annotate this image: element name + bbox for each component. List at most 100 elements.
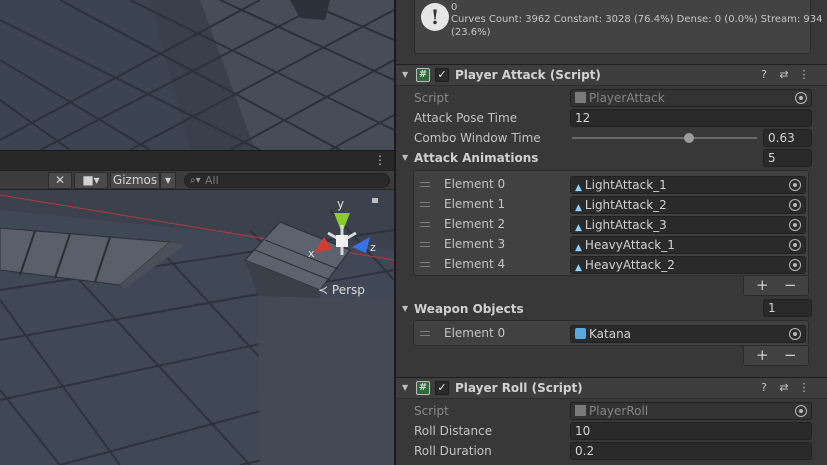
- weapon-objects-foldout-icon[interactable]: ▼: [402, 304, 408, 313]
- script-field[interactable]: PlayerAttack: [570, 89, 812, 107]
- csharp-script-icon: #: [416, 381, 430, 395]
- tools-icon[interactable]: ✕: [48, 172, 72, 189]
- roll-duration-field[interactable]: 0.2: [570, 442, 812, 460]
- help-line-partial: 0: [451, 2, 458, 13]
- object-picker-icon[interactable]: [795, 405, 807, 417]
- roll-distance-field[interactable]: 10: [570, 422, 812, 440]
- presets-icon[interactable]: ⇄: [777, 68, 791, 81]
- animation-clip-field[interactable]: ▲ HeavyAttack_2: [570, 256, 806, 274]
- camera-icon[interactable]: ■▾: [74, 172, 108, 189]
- object-picker-icon[interactable]: [789, 219, 801, 231]
- attack-animations-size-field[interactable]: 5: [763, 149, 812, 167]
- animation-clip-icon: ▲: [575, 223, 582, 233]
- combo-window-slider-track[interactable]: [572, 137, 757, 139]
- gizmo-z-label: z: [370, 241, 376, 254]
- animation-clip-field[interactable]: ▲ LightAttack_2: [570, 196, 806, 214]
- attack-pose-time-field[interactable]: 12: [570, 109, 812, 127]
- component-menu-icon[interactable]: ⋮: [797, 381, 811, 394]
- foldout-arrow-icon[interactable]: ▼: [402, 70, 408, 79]
- list-item[interactable]: Element 0 Katana: [414, 324, 808, 344]
- prefab-icon: [575, 328, 586, 339]
- attack-animations-label[interactable]: Attack Animations: [414, 151, 538, 165]
- object-picker-icon[interactable]: [795, 92, 807, 104]
- drag-handle-icon[interactable]: [420, 222, 430, 227]
- player-roll-title: Player Roll (Script): [455, 381, 583, 395]
- scene-view-top[interactable]: [0, 0, 394, 150]
- help-line-1: (23.6%): [451, 27, 491, 38]
- animation-clip-field[interactable]: ▲ LightAttack_1: [570, 176, 806, 194]
- attack-animations-foldout-icon[interactable]: ▼: [402, 153, 408, 162]
- scene-search-input[interactable]: ⌕▾ All: [184, 173, 390, 188]
- gizmos-dropdown-icon[interactable]: ▾: [160, 172, 176, 189]
- animation-clip-icon: ▲: [575, 203, 582, 213]
- info-icon: !: [421, 3, 449, 31]
- combo-window-slider-thumb[interactable]: [683, 133, 694, 143]
- gizmo-x-label: x: [308, 247, 315, 260]
- object-picker-icon[interactable]: [789, 199, 801, 211]
- roll-duration-label: Roll Duration: [414, 444, 492, 458]
- gizmo-center-cube[interactable]: [336, 235, 348, 247]
- lock-icon[interactable]: [372, 198, 378, 203]
- animation-clip-field[interactable]: ▲ HeavyAttack_1: [570, 236, 806, 254]
- scene-view-bottom[interactable]: y x z: [0, 190, 394, 465]
- object-picker-icon[interactable]: [789, 239, 801, 251]
- remove-element-button[interactable]: −: [784, 347, 797, 364]
- gizmos-button[interactable]: Gizmos: [110, 172, 160, 189]
- persp-label[interactable]: ≺ Persp: [318, 283, 365, 297]
- scene-more-icon[interactable]: ⋮: [374, 153, 386, 167]
- help-icon[interactable]: ?: [757, 68, 771, 81]
- foldout-arrow-icon[interactable]: ▼: [402, 383, 408, 392]
- script-label: Script: [414, 404, 449, 418]
- script-label: Script: [414, 91, 449, 105]
- add-element-button[interactable]: +: [756, 347, 769, 364]
- attack-animations-add-remove: + −: [743, 276, 809, 296]
- player-roll-enabled-checkbox[interactable]: ✓: [435, 381, 449, 395]
- help-icon[interactable]: ?: [757, 381, 771, 394]
- combo-window-time-field[interactable]: 0.63: [763, 129, 812, 147]
- gizmo-z-cone[interactable]: [352, 237, 370, 253]
- drag-handle-icon[interactable]: [420, 182, 430, 187]
- list-item[interactable]: Element 2 ▲ LightAttack_3: [414, 215, 808, 235]
- object-picker-icon[interactable]: [789, 179, 801, 191]
- object-picker-icon[interactable]: [789, 328, 801, 340]
- csharp-script-icon: #: [416, 68, 430, 82]
- animation-help-box: 0 ! Curves Count: 3962 Constant: 3028 (7…: [414, 0, 823, 54]
- persp-icon: ≺: [318, 283, 329, 297]
- list-item[interactable]: Element 0 ▲ LightAttack_1: [414, 175, 808, 195]
- search-placeholder: All: [205, 174, 219, 187]
- script-file-icon: [575, 92, 586, 103]
- add-element-button[interactable]: +: [756, 277, 769, 294]
- object-picker-icon[interactable]: [789, 259, 801, 271]
- scene-toolbar: ✕ ■▾ Gizmos ▾ ⌕▾ All: [0, 170, 394, 190]
- player-roll-header[interactable]: ▼ # ✓ Player Roll (Script) ? ⇄ ⋮: [396, 377, 827, 399]
- scene-floor-top: [0, 0, 394, 150]
- drag-handle-icon[interactable]: [420, 331, 430, 336]
- player-attack-enabled-checkbox[interactable]: ✓: [435, 68, 449, 82]
- weapon-objects-add-remove: + −: [743, 346, 809, 366]
- list-item[interactable]: Element 1 ▲ LightAttack_2: [414, 195, 808, 215]
- attack-pose-time-label: Attack Pose Time: [414, 111, 518, 125]
- drag-handle-icon[interactable]: [420, 242, 430, 247]
- weapon-object-field[interactable]: Katana: [570, 325, 806, 343]
- scene-orientation-gizmo[interactable]: y x z: [300, 195, 390, 275]
- roll-distance-label: Roll Distance: [414, 424, 493, 438]
- animation-clip-icon: ▲: [575, 183, 582, 193]
- component-menu-icon[interactable]: ⋮: [797, 68, 811, 81]
- presets-icon[interactable]: ⇄: [777, 381, 791, 394]
- drag-handle-icon[interactable]: [420, 202, 430, 207]
- player-attack-header[interactable]: ▼ # ✓ Player Attack (Script) ? ⇄ ⋮: [396, 64, 827, 86]
- help-line-0: Curves Count: 3962 Constant: 3028 (76.4%…: [451, 14, 823, 25]
- list-item[interactable]: Element 4 ▲ HeavyAttack_2: [414, 255, 808, 275]
- script-field[interactable]: PlayerRoll: [570, 402, 812, 420]
- scene-view-header: ⋮: [0, 150, 394, 170]
- animation-clip-icon: ▲: [575, 243, 582, 253]
- script-file-icon: [575, 405, 586, 416]
- gizmo-x-cone[interactable]: [314, 237, 332, 253]
- weapon-objects-size-field[interactable]: 1: [763, 299, 812, 317]
- list-item[interactable]: Element 3 ▲ HeavyAttack_1: [414, 235, 808, 255]
- weapon-objects-label[interactable]: Weapon Objects: [414, 302, 524, 316]
- animation-clip-field[interactable]: ▲ LightAttack_3: [570, 216, 806, 234]
- remove-element-button[interactable]: −: [784, 277, 797, 294]
- animation-clip-icon: ▲: [575, 263, 582, 273]
- drag-handle-icon[interactable]: [420, 262, 430, 267]
